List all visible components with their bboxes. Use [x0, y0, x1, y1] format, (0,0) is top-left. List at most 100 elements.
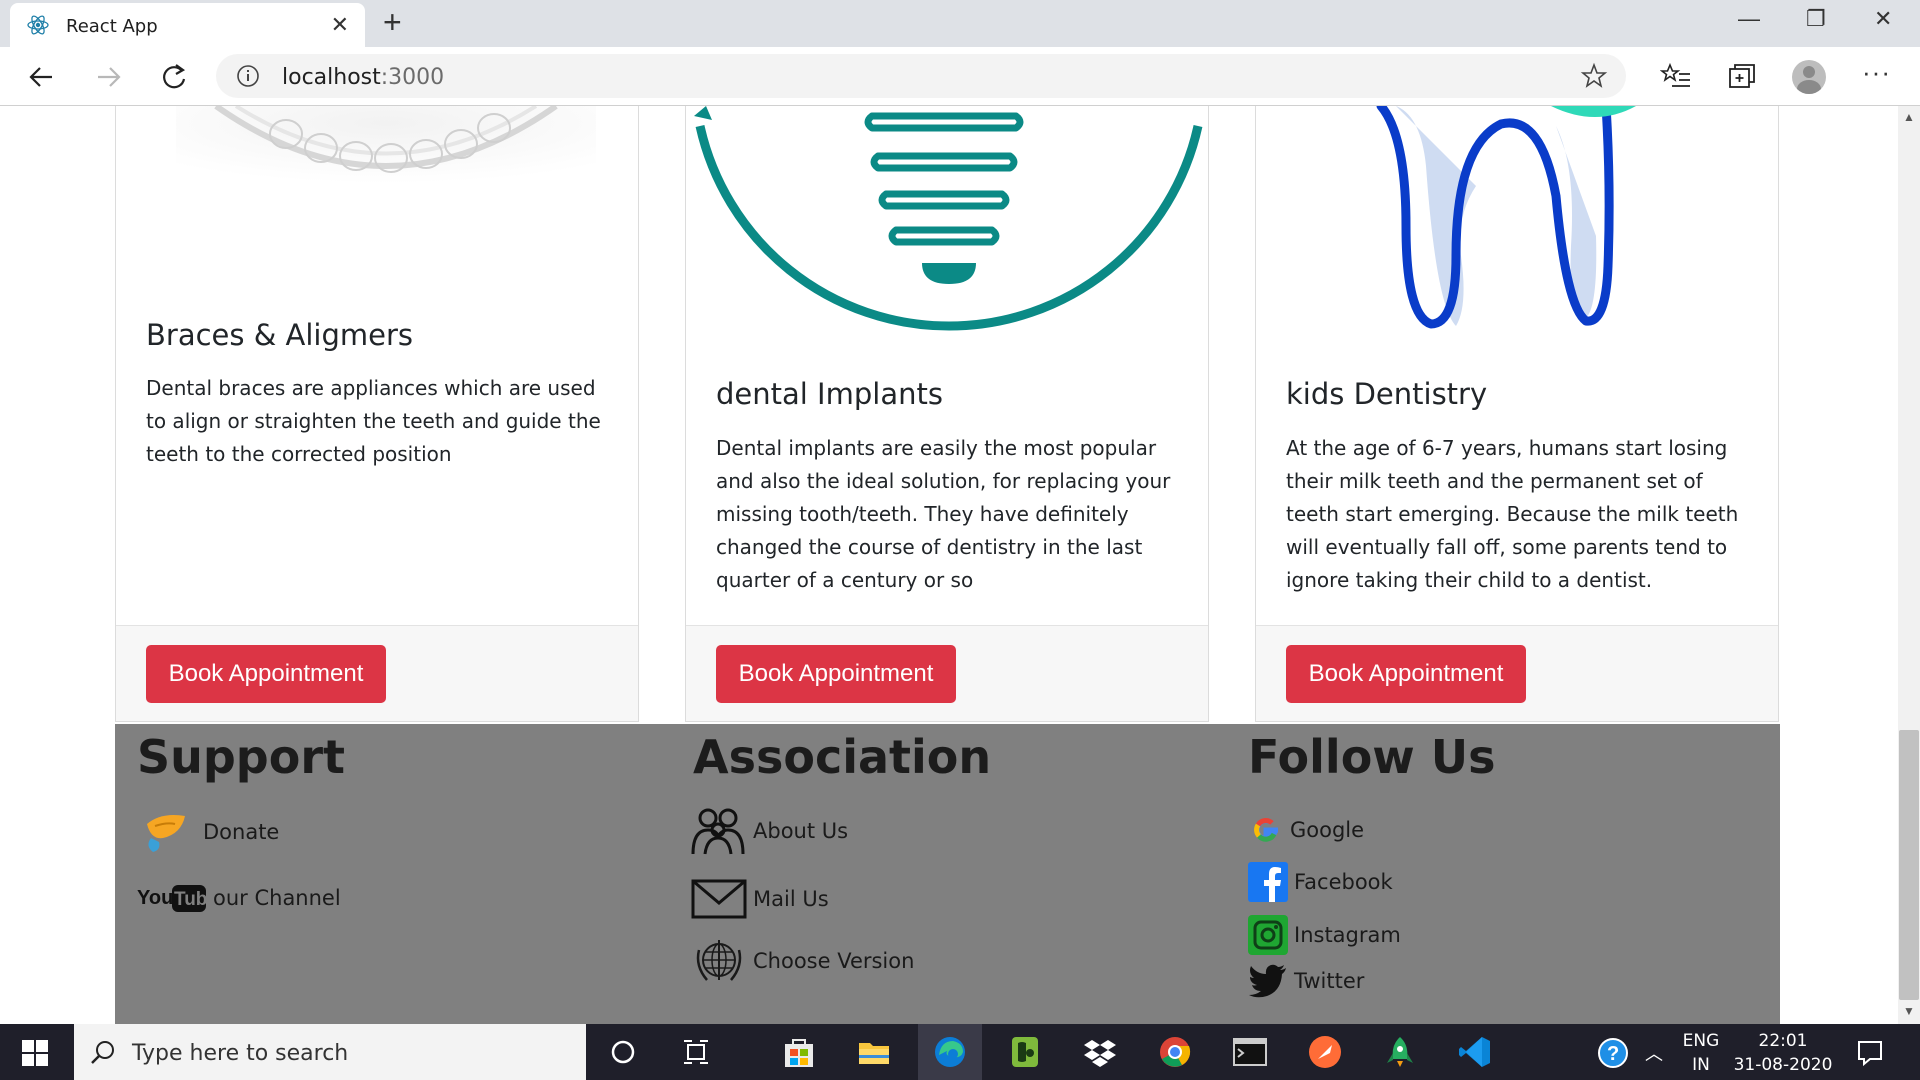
card-title: dental Implants [716, 377, 943, 411]
facebook-link[interactable]: Facebook [1248, 862, 1393, 902]
tab-bar: React App ✕ + — ❐ ✕ [0, 0, 1920, 47]
language-code: ENG [1682, 1031, 1720, 1051]
card-footer: Book Appointment [1256, 625, 1778, 721]
browser-toolbar: localhost:3000 ··· [0, 47, 1920, 106]
follow-us-heading: Follow Us [1248, 730, 1496, 784]
book-appointment-button[interactable]: Book Appointment [146, 645, 386, 703]
book-appointment-button[interactable]: Book Appointment [716, 645, 956, 703]
restore-icon[interactable]: ❐ [1806, 6, 1826, 32]
task-view-icon[interactable] [682, 1039, 710, 1065]
instagram-link[interactable]: Instagram [1248, 915, 1401, 955]
minimize-icon[interactable]: — [1738, 6, 1760, 32]
scrollbar-thumb[interactable] [1899, 730, 1919, 1000]
windows-taskbar: Type here to search ? ︿ ENG IN 22:01 31-… [0, 1024, 1920, 1080]
react-logo-icon [27, 15, 49, 35]
svg-text:You: You [137, 887, 173, 909]
support-heading: Support [137, 730, 346, 784]
new-tab-icon[interactable]: + [383, 4, 402, 41]
donate-link[interactable]: Donate [141, 808, 279, 856]
refresh-icon[interactable] [156, 59, 192, 95]
implant-illustration [694, 106, 1203, 331]
youtube-channel-link[interactable]: You Tube our Channel [137, 882, 341, 914]
collections-icon[interactable] [1726, 60, 1758, 92]
globe-emblem-icon [696, 940, 742, 981]
scroll-down-arrow-icon[interactable]: ▼ [1903, 1004, 1915, 1018]
more-menu-icon[interactable]: ··· [1862, 57, 1891, 88]
twitter-icon [1249, 964, 1286, 998]
dropbox-icon[interactable] [1083, 1035, 1117, 1069]
card-footer: Book Appointment [686, 625, 1208, 721]
rocket-app-icon[interactable] [1383, 1035, 1417, 1069]
twitter-label: Twitter [1294, 969, 1365, 993]
about-us-link[interactable]: About Us [691, 806, 848, 856]
clock[interactable]: 22:01 31-08-2020 [1728, 1031, 1838, 1075]
mail-us-label: Mail Us [753, 887, 829, 911]
postman-icon[interactable] [1308, 1035, 1342, 1069]
cortana-icon[interactable] [610, 1039, 636, 1065]
people-icon [691, 808, 745, 855]
browser-tab[interactable]: React App ✕ [10, 3, 365, 47]
card-description: At the age of 6-7 years, humans start lo… [1286, 436, 1739, 592]
forward-icon[interactable] [90, 59, 126, 95]
google-link[interactable]: Google [1248, 812, 1364, 848]
show-hidden-icons-chevron-icon[interactable]: ︿ [1645, 1040, 1663, 1066]
donate-label: Donate [203, 820, 280, 844]
youtube-channel-label: our Channel [213, 886, 341, 910]
facebook-icon [1248, 862, 1288, 902]
store-icon[interactable] [782, 1035, 816, 1069]
file-explorer-icon[interactable] [857, 1035, 891, 1069]
card-title: kids Dentistry [1286, 377, 1488, 411]
google-icon [1254, 818, 1279, 842]
search-icon [91, 1041, 114, 1064]
tooth-illustration [1376, 106, 1636, 329]
notifications-icon[interactable] [1856, 1039, 1884, 1067]
book-appointment-button[interactable]: Book Appointment [1286, 645, 1526, 703]
aligner-image [176, 106, 596, 192]
favorite-star-icon[interactable] [1580, 62, 1608, 90]
facebook-label: Facebook [1294, 870, 1393, 894]
close-tab-icon[interactable]: ✕ [331, 12, 349, 38]
youtube-icon: You Tube [137, 885, 207, 912]
page-viewport: Braces & Aligmers Dental braces are appl… [0, 106, 1898, 1024]
service-card-braces: Braces & Aligmers Dental braces are appl… [115, 106, 639, 722]
about-us-label: About Us [753, 819, 849, 843]
terminal-icon[interactable] [1233, 1035, 1267, 1069]
card-description: Dental implants are easily the most popu… [716, 436, 1171, 592]
profile-avatar[interactable] [1792, 60, 1826, 94]
donate-icon [147, 815, 185, 852]
svg-text:?: ? [1607, 1043, 1619, 1065]
service-card-kids: kids Dentistry At the age of 6-7 years, … [1255, 106, 1779, 722]
region-code: IN [1692, 1055, 1710, 1075]
help-icon[interactable]: ? [1597, 1037, 1629, 1069]
search-placeholder: Type here to search [132, 1041, 349, 1066]
svg-text:Tube: Tube [174, 889, 207, 910]
mail-us-link[interactable]: Mail Us [691, 877, 829, 921]
service-card-implants: dental Implants Dental implants are easi… [685, 106, 1209, 722]
edge-browser-icon[interactable] [933, 1035, 967, 1069]
choose-version-link[interactable]: Choose Version [691, 936, 914, 986]
favorites-list-icon[interactable] [1660, 60, 1692, 92]
url-text[interactable]: localhost:3000 [282, 65, 444, 90]
address-bar[interactable]: localhost:3000 [216, 54, 1626, 98]
scroll-up-arrow-icon[interactable]: ▲ [1903, 110, 1915, 124]
twitter-link[interactable]: Twitter [1248, 964, 1364, 998]
google-label: Google [1290, 818, 1365, 842]
choose-version-label: Choose Version [753, 949, 915, 973]
chrome-icon[interactable] [1158, 1035, 1192, 1069]
tab-title: React App [66, 16, 158, 37]
association-heading: Association [693, 730, 992, 784]
clock-date: 31-08-2020 [1733, 1055, 1833, 1075]
card-footer: Book Appointment [116, 625, 638, 721]
info-icon[interactable] [236, 64, 260, 88]
language-indicator[interactable]: ENG IN [1681, 1031, 1721, 1075]
windows-start-icon[interactable] [22, 1040, 48, 1066]
taskbar-search-box[interactable]: Type here to search [74, 1024, 586, 1080]
back-icon[interactable] [24, 59, 60, 95]
close-window-icon[interactable]: ✕ [1874, 6, 1892, 32]
card-description: Dental braces are appliances which are u… [146, 376, 601, 466]
site-footer: Support Donate You Tube our Channel Asso… [115, 724, 1780, 1024]
vscode-icon[interactable] [1458, 1035, 1492, 1069]
evernote-icon[interactable] [1008, 1035, 1042, 1069]
instagram-icon [1248, 915, 1288, 955]
card-title: Braces & Aligmers [146, 318, 414, 352]
